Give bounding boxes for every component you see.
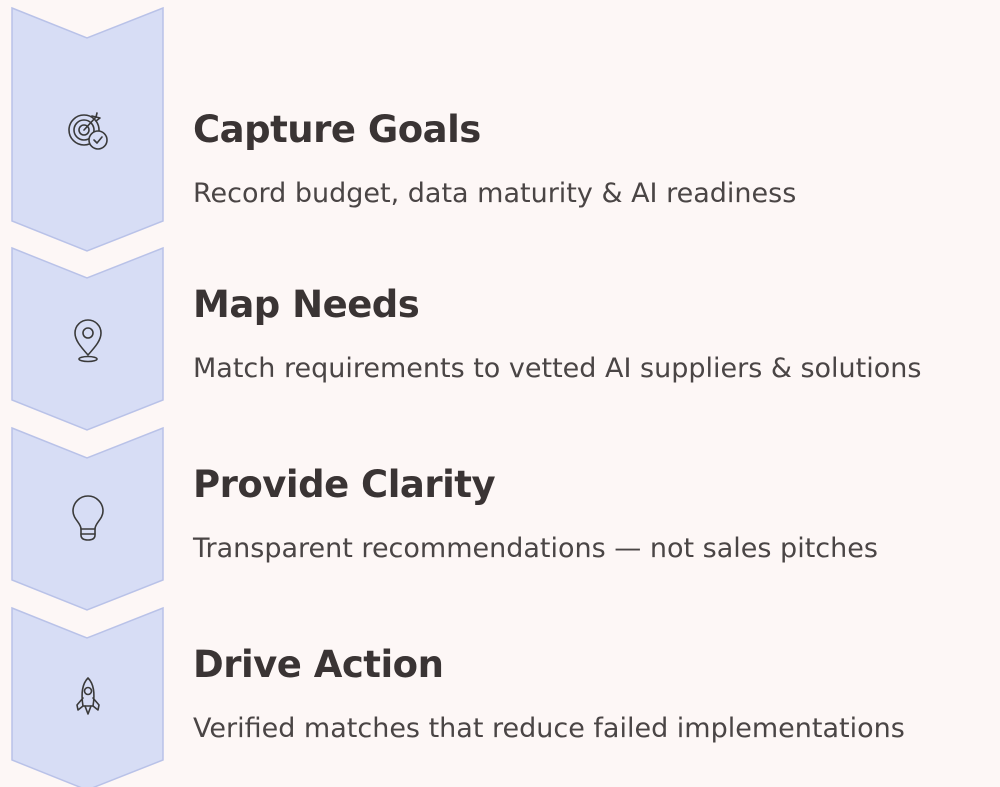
process-diagram: Capture Goals Record budget, data maturi… — [0, 0, 1000, 787]
step-title: Drive Action — [193, 643, 444, 686]
process-step: Provide Clarity Transparent recommendati… — [0, 355, 1000, 564]
step-title: Map Needs — [193, 283, 420, 326]
process-step: Drive Action Verified matches that reduc… — [0, 535, 1000, 744]
process-step: Map Needs Match requirements to vetted A… — [0, 175, 1000, 384]
step-description: Verified matches that reduce failed impl… — [193, 713, 905, 744]
step-title: Provide Clarity — [193, 463, 496, 506]
process-step: Capture Goals Record budget, data maturi… — [0, 0, 1000, 209]
step-title: Capture Goals — [193, 108, 481, 151]
